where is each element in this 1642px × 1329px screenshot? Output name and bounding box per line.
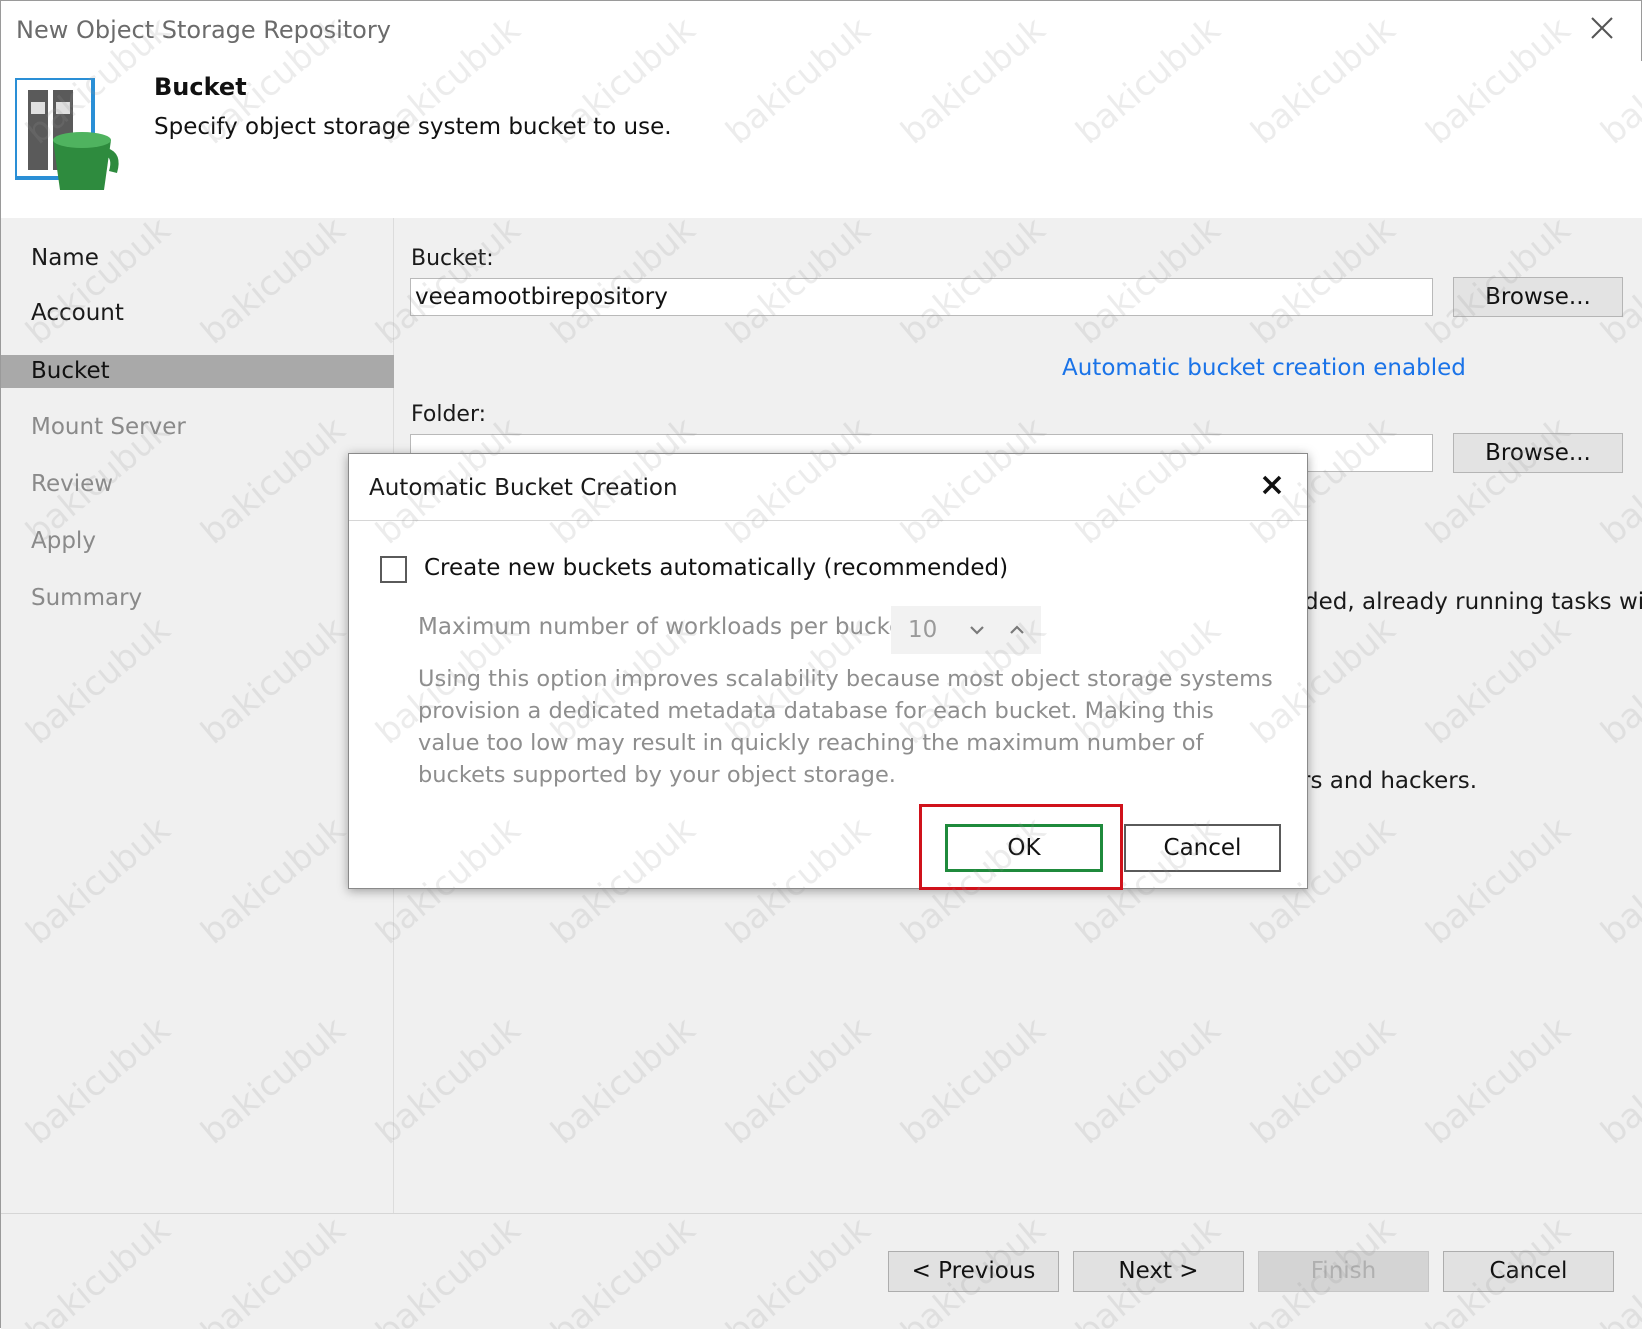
chevron-up-icon	[1010, 625, 1024, 634]
chevron-down-icon	[970, 626, 984, 635]
option-description: Using this option improves scalability b…	[418, 666, 1273, 788]
folder-browse-button[interactable]: Browse...	[1453, 433, 1623, 473]
max-workloads-stepper: 10	[891, 606, 1041, 654]
step-summary: Summary	[31, 585, 143, 611]
bucket-field[interactable]: veeamootbirepository	[410, 278, 1433, 316]
page-title: Bucket	[154, 73, 247, 101]
bucket-label: Bucket:	[411, 246, 494, 271]
folder-label: Folder:	[411, 402, 487, 427]
wizard-window: New Object Storage Repository Bucket Spe…	[0, 0, 1642, 1329]
window-title: New Object Storage Repository	[16, 16, 391, 44]
max-workloads-label: Maximum number of workloads per bucket:	[418, 614, 921, 640]
page-subtitle: Specify object storage system bucket to …	[154, 114, 672, 140]
ok-button[interactable]: OK	[945, 824, 1103, 872]
step-mount-server: Mount Server	[31, 414, 186, 440]
object-storage-bucket-icon	[15, 78, 119, 190]
wizard-header: Bucket Specify object storage system buc…	[1, 61, 1642, 218]
finish-button: Finish	[1258, 1251, 1429, 1292]
auto-bucket-creation-link[interactable]: Automatic bucket creation enabled	[1062, 355, 1466, 381]
dialog-title: Automatic Bucket Creation	[369, 475, 678, 501]
step-review: Review	[31, 471, 114, 497]
dialog-separator	[349, 520, 1307, 521]
wizard-steps: Name Account Bucket Mount Server Review …	[1, 218, 394, 1213]
bucket-browse-button[interactable]: Browse...	[1453, 277, 1623, 317]
dialog-cancel-button[interactable]: Cancel	[1124, 824, 1281, 872]
step-apply: Apply	[31, 528, 96, 554]
step-bucket[interactable]: Bucket	[1, 355, 394, 388]
partial-info-text-2: rs and hackers.	[1301, 768, 1478, 794]
title-bar: New Object Storage Repository	[1, 1, 1642, 61]
wizard-footer: < Previous Next > Finish Cancel	[1, 1213, 1642, 1329]
close-icon[interactable]	[1260, 473, 1284, 497]
create-buckets-label: Create new buckets automatically (recomm…	[424, 555, 1009, 581]
next-button[interactable]: Next >	[1073, 1251, 1244, 1292]
step-name[interactable]: Name	[1, 242, 394, 275]
previous-button[interactable]: < Previous	[888, 1251, 1059, 1292]
partial-info-text-1: ded, already running tasks will	[1304, 589, 1642, 615]
create-buckets-checkbox[interactable]	[380, 556, 407, 583]
step-account[interactable]: Account	[1, 297, 394, 330]
automatic-bucket-creation-dialog: Automatic Bucket Creation Create new buc…	[348, 453, 1308, 890]
cancel-button[interactable]: Cancel	[1443, 1251, 1614, 1292]
max-workloads-value: 10	[908, 617, 938, 643]
close-icon[interactable]	[1589, 15, 1615, 41]
